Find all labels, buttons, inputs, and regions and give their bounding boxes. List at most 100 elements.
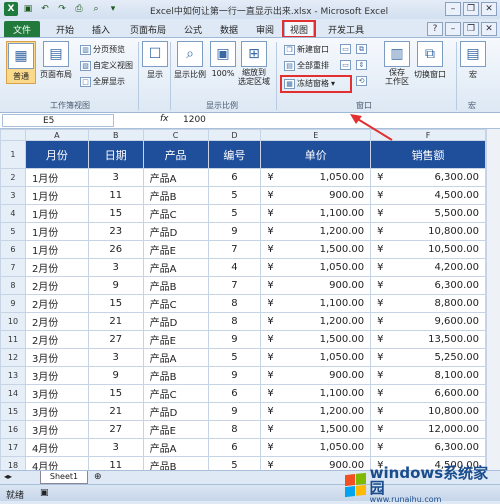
product-cell[interactable]: 产品B [142, 276, 209, 295]
month-cell[interactable]: 2月份 [24, 258, 89, 277]
row-header[interactable]: 14 [0, 384, 26, 403]
arrange-all-button[interactable]: ▤ 全部重排 [284, 60, 329, 71]
product-cell[interactable]: 产品B [142, 456, 209, 470]
insert-sheet-icon[interactable]: ⊕ [94, 472, 102, 482]
price-cell[interactable]: ¥900.00 [260, 366, 372, 385]
show-button[interactable]: ☐ 显示 [142, 41, 168, 80]
date-cell[interactable]: 21 [87, 402, 144, 421]
header-cell[interactable]: 销售额 [370, 140, 486, 169]
date-cell[interactable]: 27 [87, 330, 144, 349]
month-cell[interactable]: 2月份 [24, 294, 89, 313]
sales-cell[interactable]: ¥4,500.00 [370, 186, 486, 205]
worksheet-grid[interactable]: A B C D E F 1 月份 日期 产品 编号 单价 销售额 2 1月份 3 产品A 6 ¥1,05… [0, 129, 486, 470]
number-cell[interactable]: 8 [207, 312, 262, 331]
sales-cell[interactable]: ¥9,600.00 [370, 312, 486, 331]
number-cell[interactable]: 9 [207, 330, 262, 349]
zoom-icon[interactable]: ⌕ [89, 2, 103, 16]
row-header[interactable]: 5 [0, 222, 26, 241]
sales-cell[interactable]: ¥10,800.00 [370, 222, 486, 241]
sheet-nav-icon[interactable]: ◂▸ [4, 472, 12, 481]
price-cell[interactable]: ¥900.00 [260, 186, 372, 205]
number-cell[interactable]: 9 [207, 222, 262, 241]
row-header[interactable]: 7 [0, 258, 26, 277]
row-header[interactable]: 12 [0, 348, 26, 367]
undo-icon[interactable]: ↶ [38, 2, 52, 16]
product-cell[interactable]: 产品C [142, 294, 209, 313]
close-button[interactable]: ✕ [481, 2, 497, 16]
number-cell[interactable]: 6 [207, 384, 262, 403]
row-header[interactable]: 17 [0, 438, 26, 457]
tab-insert[interactable]: 插入 [86, 21, 116, 37]
month-cell[interactable]: 4月份 [24, 438, 89, 457]
page-layout-view-button[interactable]: ▤ 页面布局 [40, 41, 72, 80]
number-cell[interactable]: 8 [207, 420, 262, 439]
price-cell[interactable]: ¥1,500.00 [260, 240, 372, 259]
zoom-selection-button[interactable]: ⊞ 缩放到 选定区域 [238, 41, 270, 87]
date-cell[interactable]: 9 [87, 366, 144, 385]
month-cell[interactable]: 2月份 [24, 330, 89, 349]
tab-page-layout[interactable]: 页面布局 [124, 21, 172, 37]
sales-cell[interactable]: ¥6,300.00 [370, 438, 486, 457]
date-cell[interactable]: 23 [87, 222, 144, 241]
product-cell[interactable]: 产品E [142, 240, 209, 259]
month-cell[interactable]: 4月份 [24, 456, 89, 470]
price-cell[interactable]: ¥1,200.00 [260, 402, 372, 421]
product-cell[interactable]: 产品A [142, 168, 209, 187]
month-cell[interactable]: 3月份 [24, 348, 89, 367]
product-cell[interactable]: 产品E [142, 420, 209, 439]
price-cell[interactable]: ¥1,100.00 [260, 204, 372, 223]
tab-home[interactable]: 开始 [50, 21, 80, 37]
price-cell[interactable]: ¥1,050.00 [260, 438, 372, 457]
tab-file[interactable]: 文件 [4, 21, 40, 37]
product-cell[interactable]: 产品A [142, 438, 209, 457]
date-cell[interactable]: 11 [87, 456, 144, 470]
product-cell[interactable]: 产品A [142, 348, 209, 367]
customize-qat-icon[interactable]: ▾ [106, 2, 120, 16]
price-cell[interactable]: ¥900.00 [260, 276, 372, 295]
redo-icon[interactable]: ↷ [55, 2, 69, 16]
side-by-side-button[interactable]: ⧉ [356, 44, 367, 54]
product-cell[interactable]: 产品D [142, 312, 209, 331]
select-all-corner[interactable] [0, 129, 26, 141]
number-cell[interactable]: 7 [207, 240, 262, 259]
row-header[interactable]: 3 [0, 186, 26, 205]
product-cell[interactable]: 产品C [142, 384, 209, 403]
save-workspace-button[interactable]: ▥ 保存 工作区 [384, 41, 410, 87]
normal-view-button[interactable]: ▦ 普通 [6, 41, 36, 84]
row-header[interactable]: 1 [0, 140, 26, 169]
number-cell[interactable]: 5 [207, 204, 262, 223]
wb-restore-button[interactable]: ❐ [463, 22, 479, 36]
macro-record-icon[interactable]: ▣ [40, 488, 49, 498]
row-header[interactable]: 16 [0, 420, 26, 439]
date-cell[interactable]: 21 [87, 312, 144, 331]
month-cell[interactable]: 3月份 [24, 402, 89, 421]
save-icon[interactable]: ▣ [21, 2, 35, 16]
date-cell[interactable]: 15 [87, 204, 144, 223]
month-cell[interactable]: 1月份 [24, 222, 89, 241]
date-cell[interactable]: 9 [87, 276, 144, 295]
sheet-tab-sheet1[interactable]: Sheet1 [40, 471, 88, 484]
zoom-100-button[interactable]: ▣ 100% [210, 41, 236, 78]
print-preview-icon[interactable]: ⎙ [72, 2, 86, 16]
row-header[interactable]: 13 [0, 366, 26, 385]
row-header[interactable]: 4 [0, 204, 26, 223]
date-cell[interactable]: 3 [87, 438, 144, 457]
tab-data[interactable]: 数据 [214, 21, 244, 37]
tab-developer[interactable]: 开发工具 [324, 21, 368, 37]
month-cell[interactable]: 3月份 [24, 366, 89, 385]
date-cell[interactable]: 27 [87, 420, 144, 439]
product-cell[interactable]: 产品C [142, 204, 209, 223]
product-cell[interactable]: 产品D [142, 402, 209, 421]
column-header[interactable]: C [142, 129, 209, 141]
number-cell[interactable]: 6 [207, 168, 262, 187]
product-cell[interactable]: 产品D [142, 222, 209, 241]
sales-cell[interactable]: ¥5,250.00 [370, 348, 486, 367]
header-cell[interactable]: 日期 [87, 140, 144, 169]
header-cell[interactable]: 产品 [142, 140, 209, 169]
month-cell[interactable]: 3月份 [24, 384, 89, 403]
zoom-button[interactable]: ⌕ 显示比例 [174, 41, 206, 80]
row-header[interactable]: 8 [0, 276, 26, 295]
price-cell[interactable]: ¥1,500.00 [260, 420, 372, 439]
sales-cell[interactable]: ¥10,500.00 [370, 240, 486, 259]
product-cell[interactable]: 产品B [142, 366, 209, 385]
